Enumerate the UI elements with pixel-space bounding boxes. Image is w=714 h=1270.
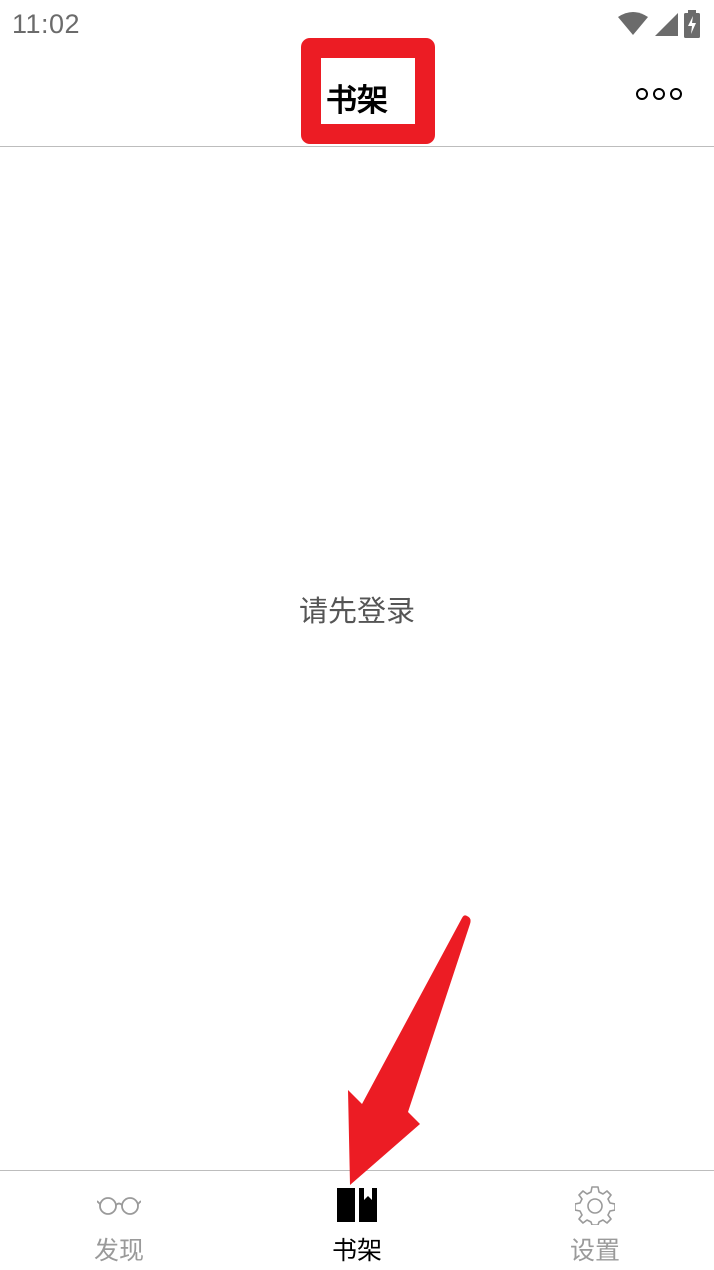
page-title: 书架 <box>326 83 388 119</box>
battery-charging-icon <box>684 10 700 38</box>
book-icon <box>335 1185 379 1225</box>
tab-bookshelf[interactable]: 书架 <box>238 1171 476 1270</box>
wifi-icon <box>618 12 648 36</box>
glasses-icon <box>97 1185 141 1225</box>
tab-settings[interactable]: 设置 <box>476 1171 714 1270</box>
more-dots-icon <box>635 86 683 106</box>
bottom-tab-bar: 发现 书架 设置 <box>0 1170 714 1270</box>
app-header: 书架 <box>0 38 714 147</box>
bookshelf-content: 请先登录 <box>0 148 714 1170</box>
status-icons <box>618 10 700 38</box>
cellular-signal-icon <box>654 12 678 36</box>
more-options-button[interactable] <box>634 81 684 111</box>
tab-label: 书架 <box>331 1236 382 1265</box>
gear-icon <box>573 1185 617 1225</box>
tab-label: 设置 <box>569 1236 620 1265</box>
login-prompt[interactable]: 请先登录 <box>0 588 714 630</box>
tab-label: 发现 <box>93 1236 144 1265</box>
tab-discover[interactable]: 发现 <box>0 1171 238 1270</box>
status-bar: 11:02 <box>0 0 714 48</box>
status-time: 11:02 <box>12 8 81 39</box>
